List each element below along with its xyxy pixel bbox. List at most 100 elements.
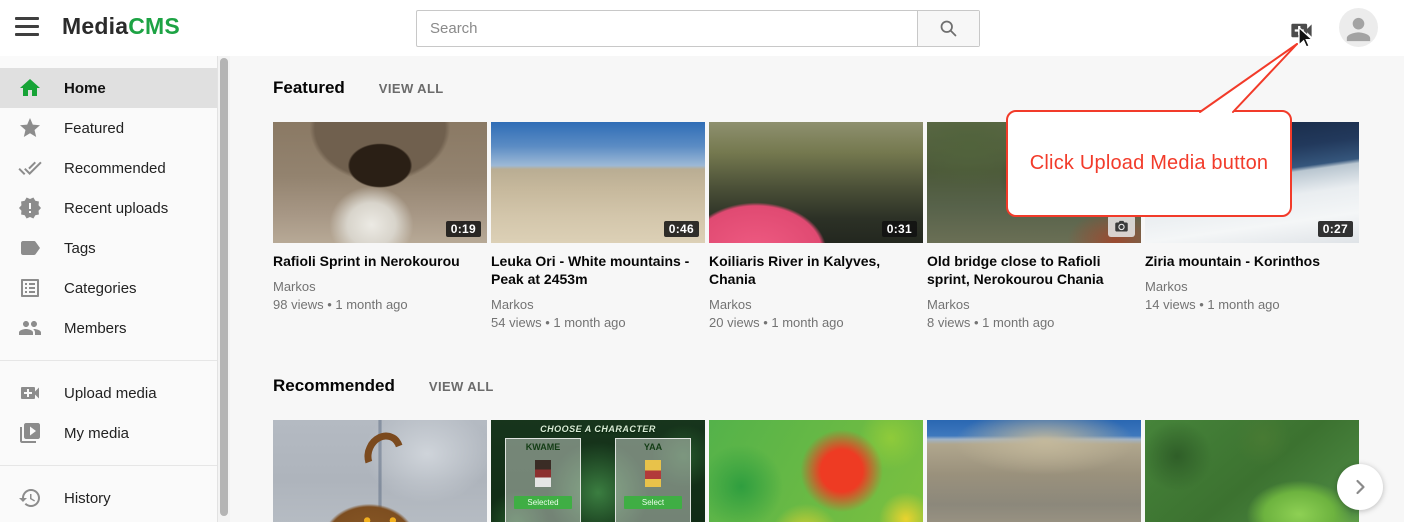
media-meta: 98 views • 1 month ago [273, 296, 487, 313]
section-title: Recommended [273, 376, 395, 396]
sidebar-item-categories[interactable]: Categories [0, 268, 217, 308]
game-panel-right: YAA Select [615, 438, 691, 522]
mouse-cursor [1294, 26, 1318, 50]
game-character-sprite [535, 460, 551, 487]
media-author: Markos [273, 278, 487, 295]
menu-toggle-button[interactable] [15, 17, 41, 39]
sidebar-item-members[interactable]: Members [0, 308, 217, 348]
section-recommended: Recommended VIEW ALL CHOOSE A CHARACTER KWA… [273, 376, 1363, 522]
media-meta: 8 views • 1 month ago [927, 314, 1141, 331]
sidebar-item-label: Upload media [64, 385, 157, 402]
media-thumbnail[interactable]: 0:46 [491, 122, 705, 243]
media-thumbnail[interactable]: CHOOSE A CHARACTER KWAME Selected YAA Select [491, 420, 705, 522]
members-icon [18, 316, 42, 340]
sidebar-item-recommended[interactable]: Recommended [0, 148, 217, 188]
media-card: 0:31 Koiliaris River in Kalyves, Chania Ma… [709, 122, 923, 331]
scrollbar-thumb[interactable] [220, 58, 228, 516]
game-character-name: YAA [616, 442, 690, 452]
media-card [1145, 420, 1359, 522]
section-title: Featured [273, 78, 345, 98]
media-meta: 54 views • 1 month ago [491, 314, 705, 331]
media-meta: 14 views • 1 month ago [1145, 296, 1359, 313]
sidebar-item-label: Tags [64, 240, 96, 257]
carousel-next-button[interactable] [1337, 464, 1383, 510]
sidebar-scrollbar [217, 56, 230, 522]
media-thumbnail[interactable] [1145, 420, 1359, 522]
tag-icon [18, 236, 42, 260]
chevron-right-icon [1348, 475, 1372, 499]
sidebar-item-label: Recommended [64, 160, 166, 177]
brand-part-media: Media [62, 13, 128, 39]
sidebar-item-label: Recent uploads [64, 200, 168, 217]
sidebar-item-label: Categories [64, 280, 137, 297]
media-card: 0:19 Rafioli Sprint in Nerokourou Markos98… [273, 122, 487, 331]
media-author: Markos [1145, 278, 1359, 295]
view-all-link[interactable]: VIEW ALL [379, 81, 444, 96]
media-title[interactable]: Old bridge close to Rafioli sprint, Nero… [927, 252, 1141, 288]
media-card [273, 420, 487, 522]
game-select-button: Selected [514, 496, 572, 509]
game-character-sprite [645, 460, 661, 487]
media-author: Markos [709, 296, 923, 313]
home-icon [18, 76, 42, 100]
mediacms-app: MediaCMS Home Featured Recommended Recent u… [0, 0, 1404, 522]
media-thumbnail[interactable] [927, 420, 1141, 522]
upload-media-icon [18, 381, 42, 405]
duration-badge: 0:31 [882, 221, 917, 237]
thumbnail-overlay: CHOOSE A CHARACTER KWAME Selected YAA Select [491, 420, 705, 522]
search-input[interactable] [417, 11, 917, 46]
view-all-link[interactable]: VIEW ALL [429, 379, 494, 394]
media-thumbnail[interactable] [273, 420, 487, 522]
categories-icon [18, 276, 42, 300]
game-heading: CHOOSE A CHARACTER [491, 424, 705, 434]
media-grid: CHOOSE A CHARACTER KWAME Selected YAA Select [273, 420, 1363, 522]
duration-badge: 0:46 [664, 221, 699, 237]
sidebar-item-history[interactable]: History [0, 478, 217, 518]
sidebar-item-recent-uploads[interactable]: Recent uploads [0, 188, 217, 228]
sidebar-item-home[interactable]: Home [0, 68, 217, 108]
sidebar-item-upload-media[interactable]: Upload media [0, 373, 217, 413]
sidebar-item-featured[interactable]: Featured [0, 108, 217, 148]
media-card [709, 420, 923, 522]
sidebar-item-my-media[interactable]: My media [0, 413, 217, 453]
sidebar-divider [0, 360, 217, 361]
tooltip-text: Click Upload Media button [1030, 152, 1268, 175]
tooltip-arrow [1180, 34, 1310, 116]
sidebar-item-tags[interactable]: Tags [0, 228, 217, 268]
media-thumbnail[interactable] [709, 420, 923, 522]
camera-icon [1114, 219, 1129, 234]
star-icon [18, 116, 42, 140]
hamburger-icon [15, 17, 39, 20]
media-thumbnail[interactable]: 0:31 [709, 122, 923, 243]
history-icon [18, 486, 42, 510]
brand-part-cms: CMS [128, 13, 180, 39]
sidebar-item-label: Members [64, 320, 127, 337]
sidebar-item-label: My media [64, 425, 129, 442]
sidebar-item-label: Featured [64, 120, 124, 137]
media-title[interactable]: Leuka Ori - White mountains - Peak at 24… [491, 252, 705, 288]
sidebar-divider [0, 465, 217, 466]
media-title[interactable]: Rafioli Sprint in Nerokourou [273, 252, 487, 270]
duration-badge: 0:27 [1318, 221, 1353, 237]
game-character-name: KWAME [506, 442, 580, 452]
duration-badge: 0:19 [446, 221, 481, 237]
media-card [927, 420, 1141, 522]
brand-logo[interactable]: MediaCMS [62, 13, 180, 40]
search-button[interactable] [917, 11, 979, 46]
media-title[interactable]: Ziria mountain - Korinthos [1145, 252, 1359, 270]
game-select-button: Select [624, 496, 682, 509]
media-meta: 20 views • 1 month ago [709, 314, 923, 331]
game-panel-left: KWAME Selected [505, 438, 581, 522]
media-author: Markos [491, 296, 705, 313]
person-icon [1341, 12, 1376, 47]
annotation-tooltip: Click Upload Media button [1006, 110, 1292, 217]
media-card: CHOOSE A CHARACTER KWAME Selected YAA Select [491, 420, 705, 522]
media-title[interactable]: Koiliaris River in Kalyves, Chania [709, 252, 923, 288]
sidebar-item-label: Home [64, 80, 106, 97]
search-bar [416, 10, 980, 47]
media-card: 0:46 Leuka Ori - White mountains - Peak a… [491, 122, 705, 331]
user-avatar[interactable] [1339, 8, 1378, 47]
sidebar: Home Featured Recommended Recent uploads Tag… [0, 56, 230, 522]
media-thumbnail[interactable]: 0:19 [273, 122, 487, 243]
done-all-icon [18, 156, 42, 180]
